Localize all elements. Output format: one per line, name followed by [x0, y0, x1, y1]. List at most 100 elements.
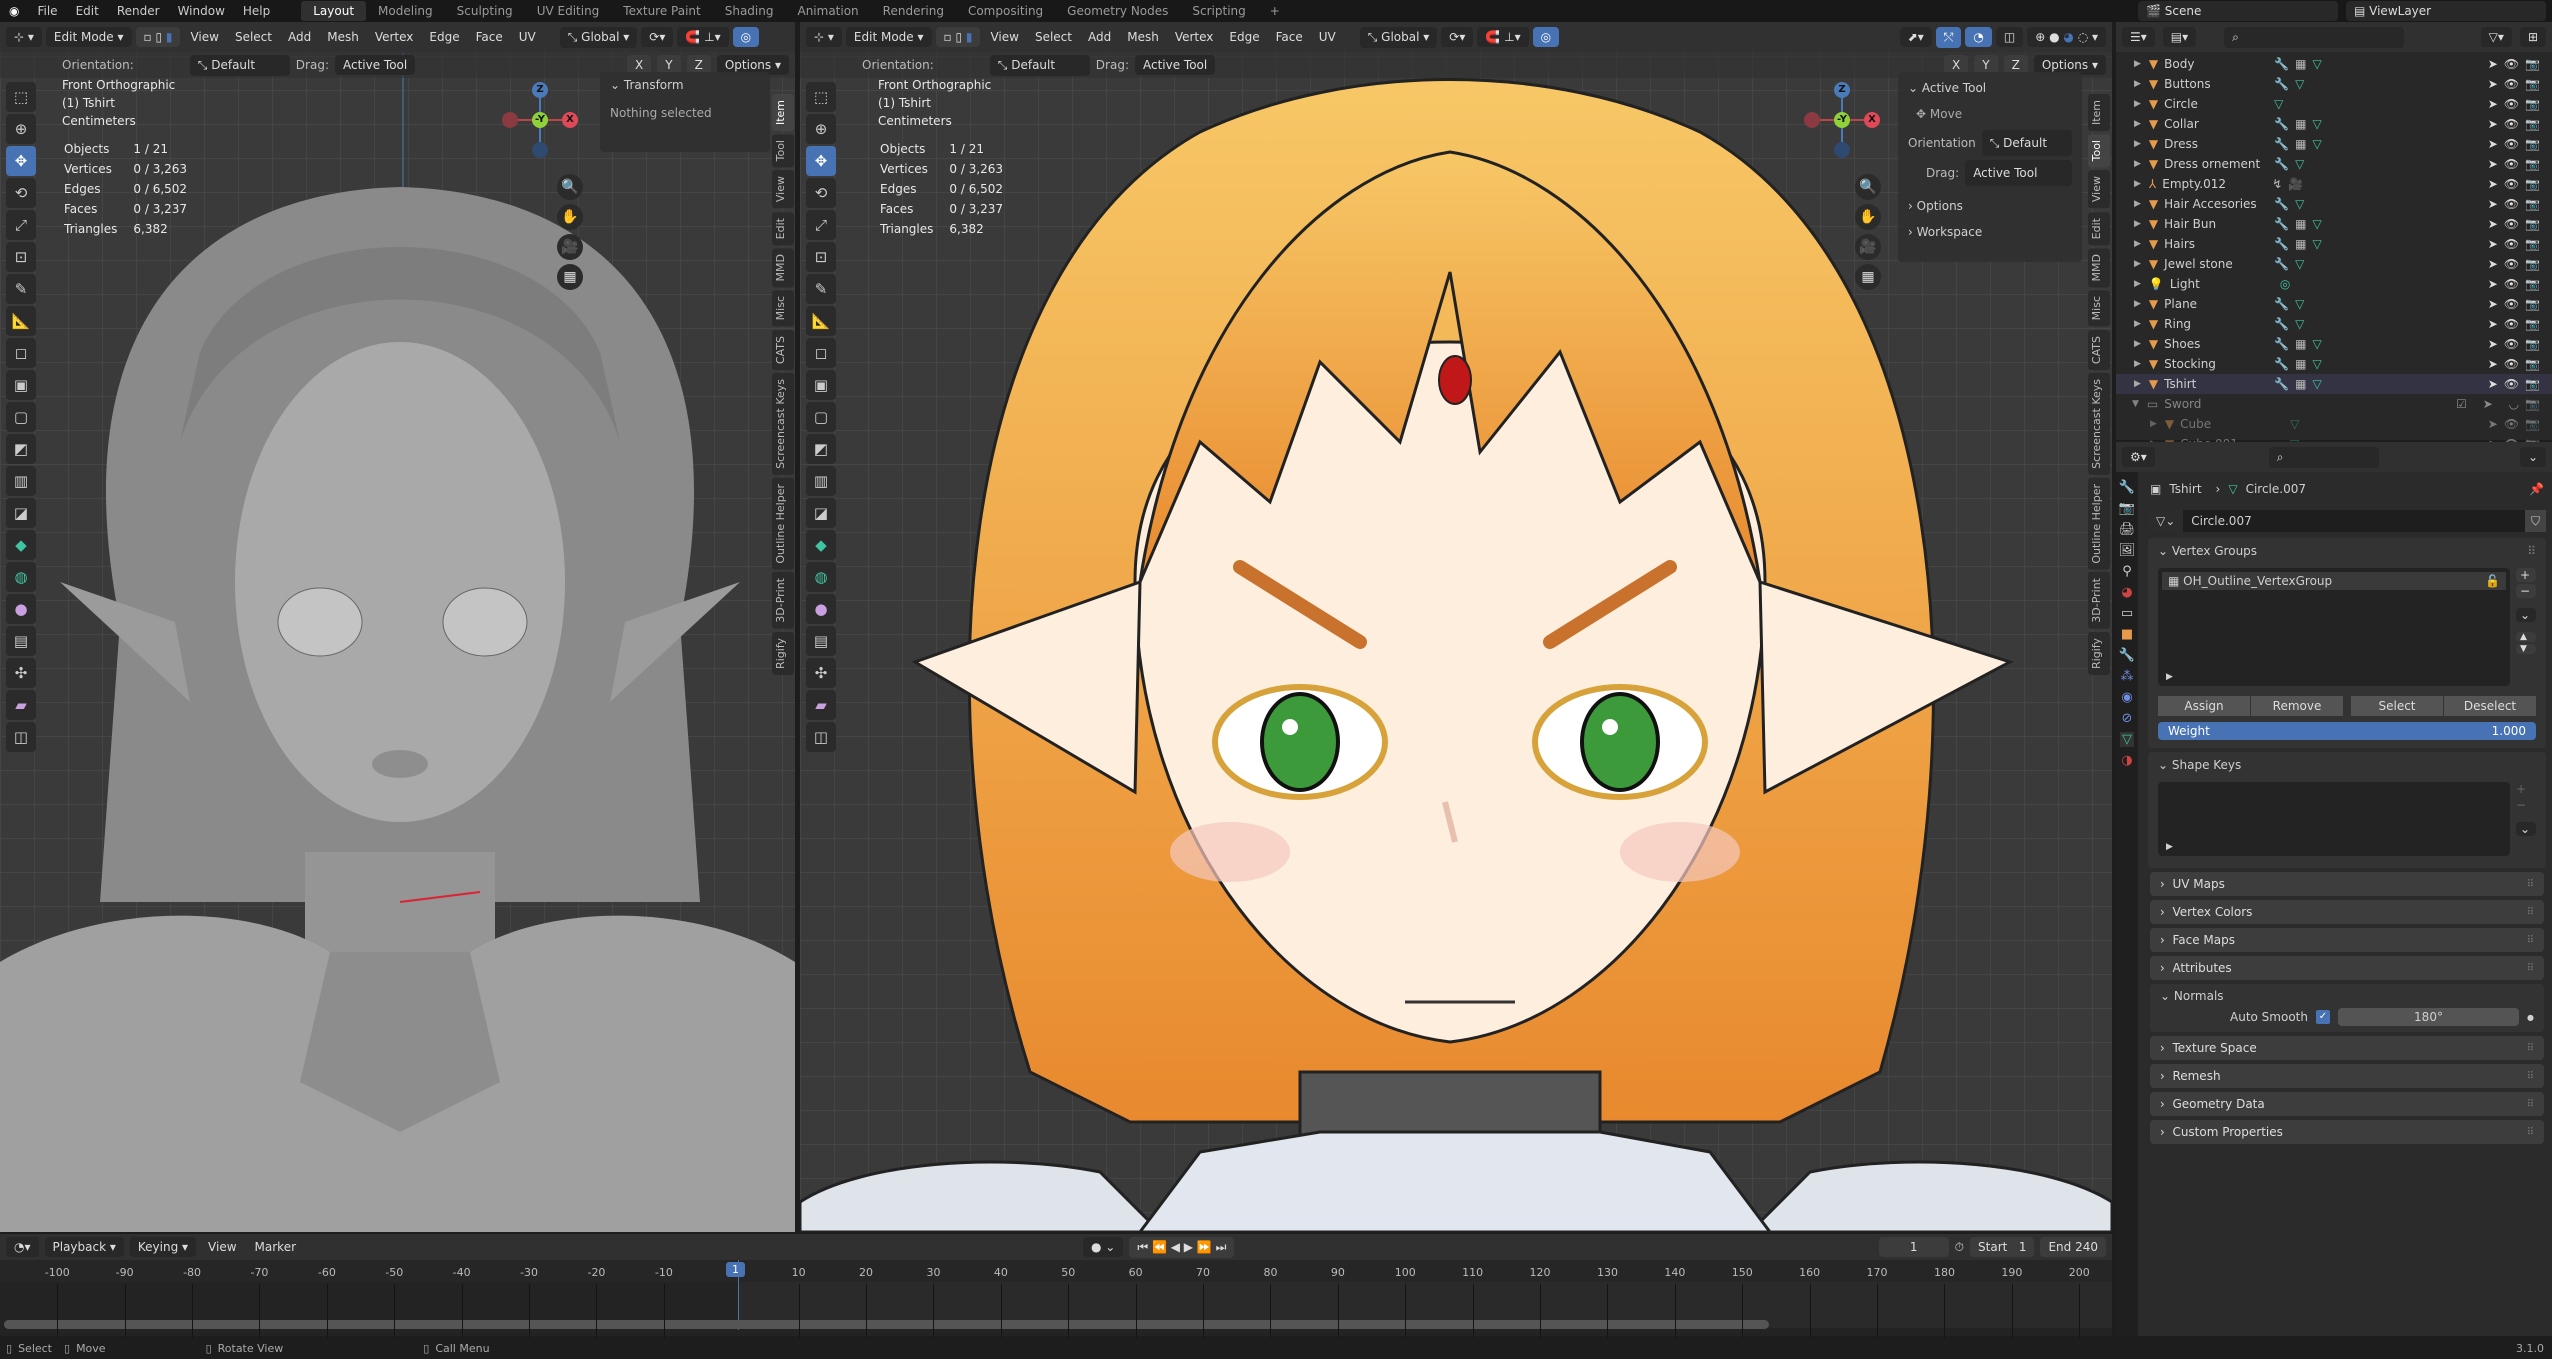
editor-type-button[interactable]: ☰▾	[2122, 27, 2155, 47]
modifier-wrench-icon[interactable]: 🔧	[2274, 57, 2289, 71]
modifier-wrench-icon[interactable]: 🔧	[2274, 297, 2289, 311]
visibility-toggles[interactable]: ➤👁📷	[2488, 337, 2546, 351]
mesh-data-icon[interactable]: ▽	[2312, 377, 2321, 391]
tab-outline-helper[interactable]: Outline Helper	[772, 477, 794, 570]
object-tab-icon[interactable]: ■	[2121, 627, 2133, 642]
tab-animation[interactable]: Animation	[785, 1, 870, 21]
tab-scripting[interactable]: Scripting	[1180, 1, 1257, 21]
outliner-item[interactable]: ▶ ▼ Body 🔧 ▦ ▽ ➤👁📷	[2116, 54, 2552, 74]
expand-arrow-icon[interactable]: ▶	[2134, 379, 2141, 389]
transform-panel-title[interactable]: ⌄ Transform	[610, 78, 760, 92]
physics-tab-icon[interactable]: ◉	[2121, 690, 2132, 705]
auto-keying-button[interactable]: ● ⌄	[1083, 1237, 1124, 1257]
gizmo-z[interactable]: Z	[1834, 82, 1850, 98]
ortho-grid-icon[interactable]: ▦	[557, 264, 583, 290]
output-tab-icon[interactable]: 🖨	[2119, 522, 2136, 537]
marker-menu[interactable]: Marker	[249, 1240, 302, 1254]
cursor-icon[interactable]: ⊕	[6, 114, 36, 144]
visibility-toggles[interactable]: ➤👁📷	[2488, 137, 2546, 151]
tab-sculpting[interactable]: Sculpting	[445, 1, 525, 21]
extrude-icon[interactable]: ▣	[6, 370, 36, 400]
playback-controls[interactable]: ⏮ ⏪ ◀ ▶ ⏩ ⏭	[1129, 1236, 1235, 1258]
timeline-area[interactable]: 1 -100 -90 -80 -70 -60 -50 -40 -30 -20 -10 10 20 30 4…	[0, 1260, 2112, 1342]
viewport-right[interactable]: ⊹ ▾ Edit Mode ▾ ▫ ▯ ▮ View Select Add Me…	[800, 22, 2112, 1232]
pan-hand-icon[interactable]: ✋	[557, 204, 583, 230]
data-tab-icon[interactable]: ▽	[2120, 732, 2134, 747]
mesh-data-icon[interactable]: ▽	[2312, 117, 2321, 131]
outliner-item[interactable]: ▶ ▼ Hair Bun 🔧 ▦ ▽ ➤👁📷	[2116, 214, 2552, 234]
proportional-edit-button[interactable]: ◎	[1532, 27, 1560, 47]
modifier-wrench-icon[interactable]: 🔧	[2274, 77, 2289, 91]
options-subpanel[interactable]: › Options	[1908, 196, 2072, 216]
loop-cut-icon[interactable]: ▥	[6, 466, 36, 496]
outliner-item[interactable]: ▶ ⅄ Empty.012 ↯ 🎥 ➤👁📷	[2116, 174, 2552, 194]
menu-render[interactable]: Render	[108, 4, 169, 18]
inset-icon[interactable]: ▢	[6, 402, 36, 432]
expand-arrow-icon[interactable]: ▶	[2134, 279, 2141, 289]
visibility-toggles[interactable]: ➤👁📷	[2488, 317, 2546, 331]
navigation-gizmo[interactable]: Z -Y X	[500, 80, 580, 160]
outliner-item[interactable]: ▶ ▼ Circle ▽ ➤👁📷	[2116, 94, 2552, 114]
zoom-icon[interactable]: 🔍	[1855, 174, 1881, 200]
remove-vertex-group-button[interactable]: −	[2516, 584, 2536, 598]
mesh-data-icon[interactable]: ▽	[2295, 157, 2304, 171]
tab-item[interactable]: Item	[2088, 94, 2110, 132]
pin-icon[interactable]: 📌	[2529, 482, 2544, 496]
tab-tool[interactable]: Tool	[772, 134, 794, 168]
extrude-icon[interactable]: ▣	[806, 370, 836, 400]
mesh-data-icon[interactable]: ▽	[2312, 137, 2321, 151]
outliner-item[interactable]: ▶ ▼ Cube ▽ ➤👁📷	[2116, 414, 2552, 434]
outliner-item[interactable]: ▶ ▼ Dress ornement 🔧 ▽ ➤👁📷	[2116, 154, 2552, 174]
visibility-toggles[interactable]: ➤👁📷	[2488, 57, 2546, 71]
material-tab-icon[interactable]: ◑	[2121, 753, 2132, 768]
outliner-item[interactable]: ▶ ▼ Stocking 🔧 ▦ ▽ ➤👁📷	[2116, 354, 2552, 374]
orientation-dropdown[interactable]: ⤡ Default	[1981, 130, 2072, 156]
expand-arrow-icon[interactable]: ▶	[2134, 239, 2141, 249]
move-icon[interactable]: ✥	[806, 146, 836, 176]
panel-remesh[interactable]: › Remesh ⠿	[2150, 1064, 2544, 1088]
view-layer-tab-icon[interactable]: 🖼	[2119, 543, 2136, 558]
expand-arrow-icon[interactable]: ▶	[2134, 219, 2141, 229]
modifier-wrench-icon[interactable]: 🔧	[2274, 317, 2289, 331]
pivot-point-button[interactable]: ⟳▾	[641, 27, 674, 47]
active-tool-panel-title[interactable]: ⌄ Active Tool	[1908, 78, 2072, 98]
panel-face-maps[interactable]: › Face Maps ⠿	[2150, 928, 2544, 952]
tab-mmd[interactable]: MMD	[772, 247, 794, 288]
outliner-item[interactable]: ▶ ▼ Hair Accesories 🔧 ▽ ➤👁📷	[2116, 194, 2552, 214]
modifier-wrench-icon[interactable]: 🔧	[2274, 217, 2289, 231]
move-up-button[interactable]: ▲	[2516, 632, 2536, 642]
workspace-subpanel[interactable]: › Workspace	[1908, 222, 2072, 242]
filter-expand-icon[interactable]: ▶	[2166, 672, 2173, 682]
weight-slider[interactable]: Weight 1.000	[2158, 722, 2536, 740]
visibility-toggles[interactable]: ➤👁📷	[2488, 237, 2546, 251]
visibility-toggles[interactable]: ➤👁📷	[2488, 197, 2546, 211]
outliner-item[interactable]: ▶ ▼ Buttons 🔧 ▽ ➤👁📷	[2116, 74, 2552, 94]
deselect-button[interactable]: Deselect	[2444, 696, 2536, 716]
tab-misc[interactable]: Misc	[2088, 290, 2110, 327]
annotate-icon[interactable]: ✎	[6, 274, 36, 304]
viewport-left[interactable]: ⊹ ▾ Edit Mode ▾ ▫ ▯ ▮ View Select Add Me…	[0, 22, 795, 1232]
timeline-scrollbar[interactable]	[4, 1320, 1769, 1329]
orientation-dropdown[interactable]: ⤡ Default	[989, 54, 1090, 76]
expand-arrow-icon[interactable]: ▶	[2134, 259, 2141, 269]
menu-view[interactable]: View	[184, 30, 224, 44]
knife-icon[interactable]: ◪	[6, 498, 36, 528]
shear-icon[interactable]: ▰	[6, 690, 36, 720]
panel-texture-space[interactable]: › Texture Space ⠿	[2150, 1036, 2544, 1060]
gizmo-x[interactable]: X	[1864, 112, 1880, 128]
annotate-icon[interactable]: ✎	[806, 274, 836, 304]
snap-button[interactable]: 🧲 ⊥▾	[677, 27, 729, 47]
rip-icon[interactable]: ◫	[806, 722, 836, 752]
menu-select[interactable]: Select	[1029, 30, 1078, 44]
shape-keys-header[interactable]: ⌄ Shape Keys	[2148, 752, 2546, 778]
editor-type-button[interactable]: ⊹ ▾	[806, 27, 842, 47]
overlay-toggle-icon[interactable]: ◔	[1965, 27, 1992, 47]
shape-key-specials-button[interactable]: ⌄	[2516, 822, 2536, 836]
expand-arrow-icon[interactable]: ▶	[2134, 199, 2141, 209]
normals-header[interactable]: ⌄ Normals	[2150, 984, 2544, 1008]
navigation-gizmo[interactable]: Z -Y X	[1802, 80, 1882, 160]
expand-arrow-icon[interactable]: ▶	[2134, 179, 2141, 189]
expand-arrow-icon[interactable]: ▶	[2134, 79, 2141, 89]
collapse-arrow-icon[interactable]: ▼	[2132, 399, 2139, 409]
outliner-item[interactable]: ▶ ▼ Hairs 🔧 ▦ ▽ ➤👁📷	[2116, 234, 2552, 254]
